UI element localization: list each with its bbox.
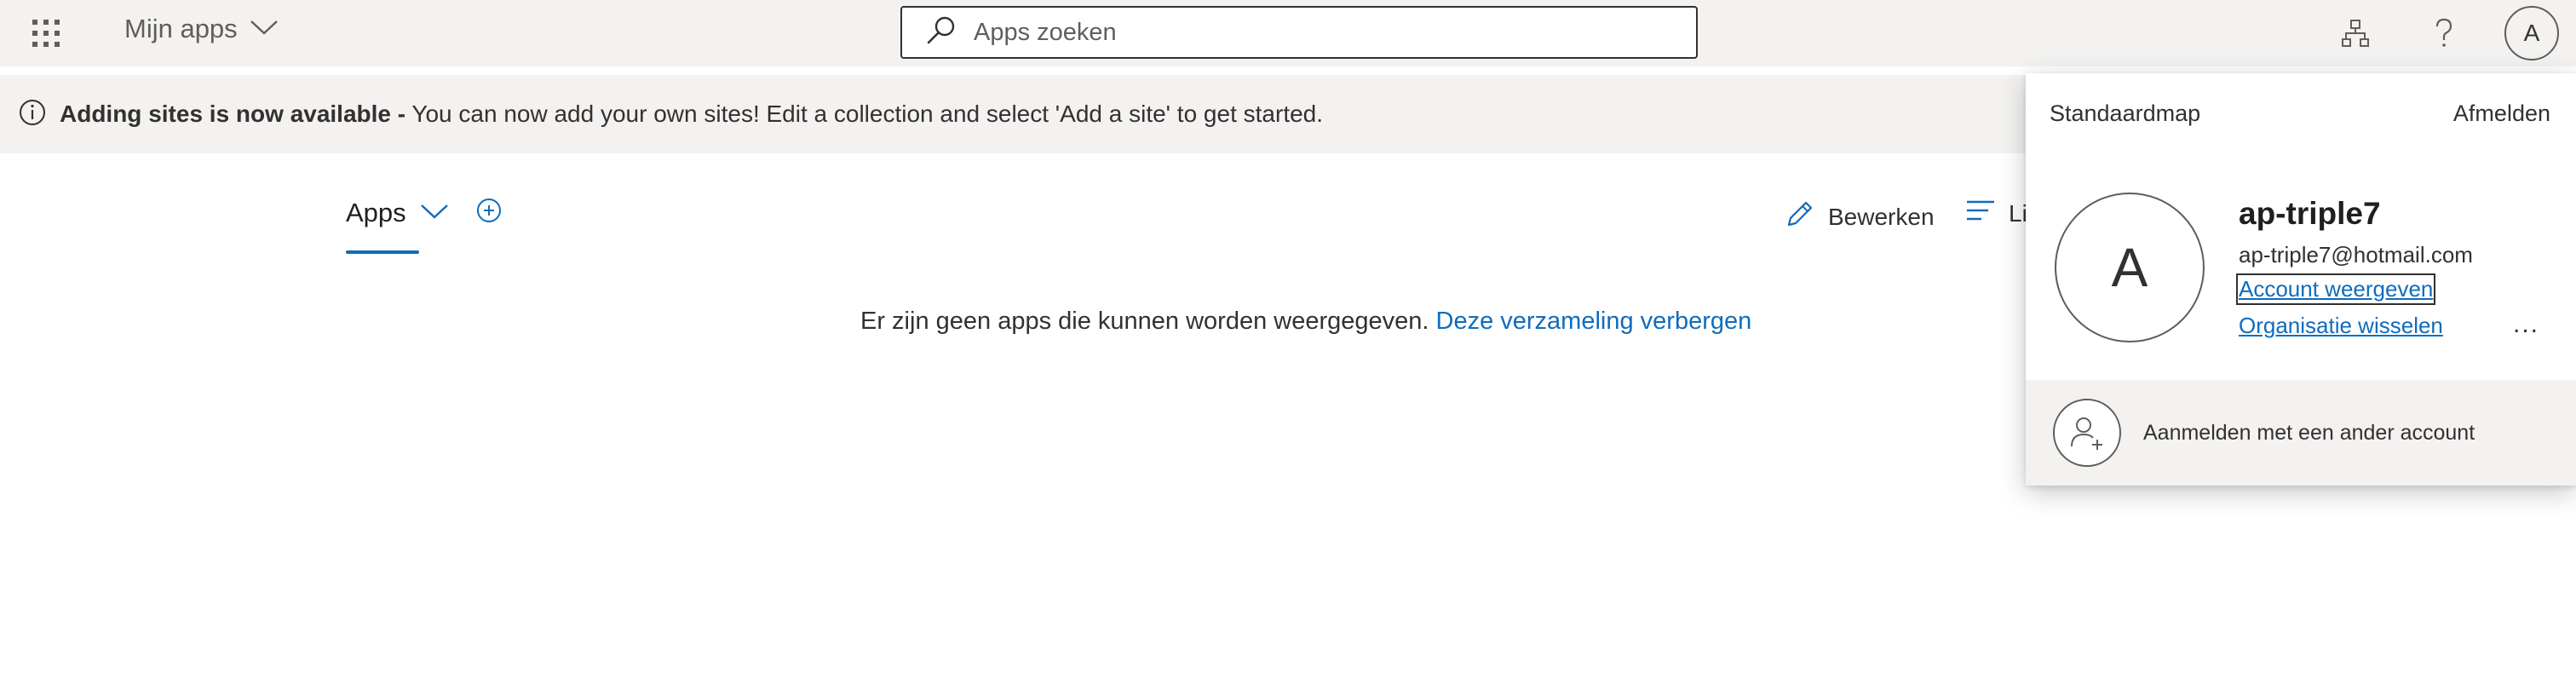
info-icon	[19, 99, 46, 130]
app-title-dropdown[interactable]: Mijn apps	[124, 14, 279, 44]
add-collection-icon[interactable]	[476, 198, 502, 227]
add-person-icon	[2053, 399, 2121, 467]
sign-in-other-account-label: Aanmelden met een ander account	[2143, 420, 2475, 445]
search-icon	[926, 15, 957, 50]
empty-text: Er zijn geen apps die kunnen worden weer…	[860, 308, 1429, 335]
app-title: Mijn apps	[124, 14, 238, 43]
list-view-button[interactable]: Li	[1966, 199, 2027, 227]
pencil-icon	[1785, 199, 1814, 234]
sign-in-other-account-button[interactable]: Aanmelden met een ander account	[2026, 380, 2576, 486]
list-view-label: Li	[2009, 199, 2027, 227]
search-input[interactable]	[974, 18, 1672, 47]
switch-organization-link[interactable]: Organisatie wisselen	[2239, 313, 2443, 339]
banner-text: You can now add your own sites! Edit a c…	[405, 101, 1324, 127]
empty-state-message: Er zijn geen apps die kunnen worden weer…	[860, 308, 1751, 336]
account-avatar-button[interactable]: A	[2504, 6, 2559, 60]
org-chart-icon[interactable]	[2337, 15, 2373, 51]
collection-tabs: Apps	[346, 198, 502, 254]
chevron-down-icon	[250, 19, 279, 40]
waffle-icon[interactable]	[31, 18, 61, 49]
hide-collection-link[interactable]: Deze verzameling verbergen	[1436, 308, 1752, 335]
user-email: ap-triple7@hotmail.com	[2239, 242, 2473, 267]
sign-out-button[interactable]: Afmelden	[2453, 101, 2550, 127]
tab-apps[interactable]: Apps	[346, 198, 449, 254]
top-header: Mijn apps A	[0, 0, 2576, 66]
edit-label: Bewerken	[1828, 203, 1935, 230]
search-box[interactable]	[900, 6, 1698, 59]
view-account-link[interactable]: Account weergeven	[2235, 273, 2436, 305]
help-icon[interactable]	[2426, 15, 2462, 51]
active-tab-indicator	[346, 250, 419, 254]
account-manager-panel: Standaardmap Afmelden A ap-triple7 ap-tr…	[2026, 73, 2576, 486]
avatar: A	[2055, 193, 2205, 342]
organization-name: Standaardmap	[2050, 101, 2201, 126]
edit-button[interactable]: Bewerken	[1785, 199, 1935, 234]
list-icon	[1966, 199, 1995, 227]
banner-message: Adding sites is now available - You can …	[60, 101, 1323, 128]
more-options-button[interactable]: ...	[2513, 310, 2539, 339]
banner-bold-text: Adding sites is now available -	[60, 101, 406, 127]
user-display-name: ap-triple7	[2239, 196, 2381, 231]
tab-apps-label: Apps	[346, 198, 406, 227]
chevron-down-icon[interactable]	[420, 203, 449, 224]
